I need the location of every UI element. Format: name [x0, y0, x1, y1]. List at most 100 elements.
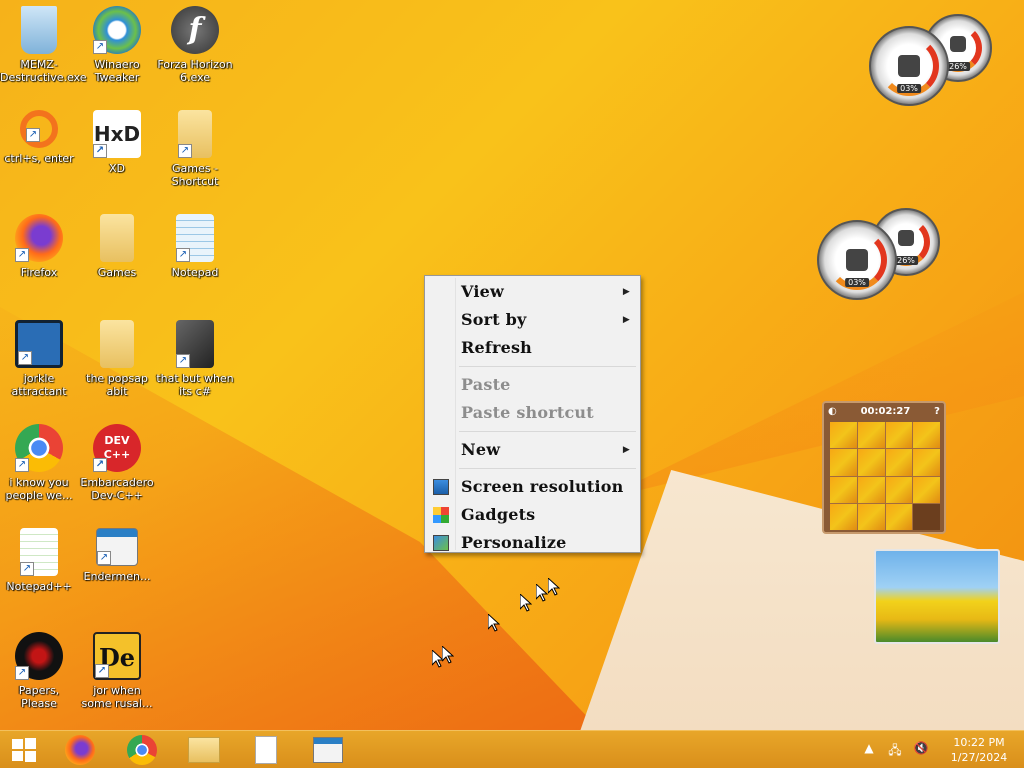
picture-puzzle-gadget[interactable]: ◐ 00:02:27 ?: [822, 401, 946, 534]
menu-separator: [459, 468, 636, 469]
desktop-icon[interactable]: ↗ Notepad++: [0, 528, 78, 593]
taskbar-window[interactable]: [304, 734, 352, 766]
desktop-icon[interactable]: the popsap abit: [78, 320, 156, 398]
document-icon: [255, 736, 277, 764]
show-hidden-icons-icon[interactable]: ▲: [860, 741, 878, 759]
system-tray: ▲ 🖧 🔇 10:22 PM 1/27/2024: [856, 731, 1024, 768]
window-icon: ↗: [96, 528, 138, 566]
desktop-icon[interactable]: ↗ i know you people we...: [0, 424, 78, 502]
menu-item-refresh[interactable]: Refresh: [427, 334, 638, 362]
mouse-cursor-icon: [442, 646, 454, 664]
menu-item-paste-shortcut[interactable]: Paste shortcut: [427, 399, 638, 427]
folder-icon: [100, 320, 134, 368]
desktop-icon[interactable]: MEMZ-Destructive.exe: [0, 6, 86, 84]
flash-icon: f: [171, 6, 219, 54]
desktop-icon[interactable]: ↗ ctrl+s, enter: [0, 110, 78, 165]
desktop-icon[interactable]: Games: [78, 214, 156, 279]
puzzle-tile[interactable]: [830, 449, 857, 476]
menu-item-gadgets[interactable]: Gadgets: [427, 501, 638, 529]
firefox-icon: [65, 735, 95, 765]
menu-separator: [459, 431, 636, 432]
cpu-chip-icon: [846, 249, 868, 271]
settings-monitor-icon: ↗: [15, 320, 63, 368]
network-icon[interactable]: 🖧: [886, 741, 904, 759]
submenu-arrow-icon: ▶: [622, 287, 630, 297]
puzzle-timer: 00:02:27: [860, 405, 911, 417]
menu-item-screen-resolution[interactable]: Screen resolution: [427, 473, 638, 501]
desktop-icon[interactable]: ↗ Winaero Tweaker: [78, 6, 156, 84]
puzzle-tile[interactable]: [857, 422, 885, 449]
submenu-arrow-icon: ▶: [622, 445, 630, 455]
taskbar-file-explorer[interactable]: [180, 734, 228, 766]
window-icon: [313, 737, 343, 763]
desktop-context-menu: View ▶ Sort by ▶ Refresh Paste Paste sho…: [424, 275, 641, 553]
slideshow-gadget[interactable]: [874, 549, 1000, 644]
devcpp-icon: DEV C++ ↗: [93, 424, 141, 472]
clock[interactable]: 10:22 PM 1/27/2024: [934, 735, 1024, 765]
folder-shortcut-icon: ↗: [178, 110, 212, 158]
puzzle-tile[interactable]: [913, 476, 940, 503]
cpu-gauge: 03%: [817, 220, 897, 300]
menu-item-view[interactable]: View ▶: [427, 278, 638, 306]
desktop-icon[interactable]: ↗ Papers, Please: [0, 632, 78, 710]
menu-item-paste[interactable]: Paste: [427, 371, 638, 399]
desktop-icon[interactable]: ↗ Notepad: [156, 214, 234, 279]
papers-please-icon: ↗: [15, 632, 63, 680]
desktop-icon[interactable]: f Forza Horizon 6.exe: [156, 6, 234, 84]
notepad-plus-plus-icon: ↗: [20, 528, 58, 576]
mouse-cursor-icon: [488, 614, 500, 632]
desktop-icon[interactable]: ↗ Endermen...: [78, 528, 156, 583]
taskbar-notepad[interactable]: [242, 734, 290, 766]
mouse-cursor-icon: [536, 584, 548, 602]
file-explorer-icon: [188, 737, 220, 763]
puzzle-titlebar: ◐ 00:02:27 ?: [824, 403, 944, 419]
winaero-tweaker-icon: ↗: [93, 6, 141, 54]
volume-muted-icon[interactable]: 🔇: [912, 741, 930, 759]
taskbar: ▲ 🖧 🔇 10:22 PM 1/27/2024: [0, 730, 1024, 768]
memory-chip-icon: [898, 230, 914, 246]
puzzle-tile[interactable]: [830, 422, 857, 449]
puzzle-empty-slot: [913, 503, 940, 530]
desktop-icon[interactable]: ↗ that but when its c#: [156, 320, 234, 398]
mouse-cursor-icon: [520, 594, 532, 612]
stack-windows-icon: ↗: [176, 320, 214, 368]
mouse-cursor-icon: [548, 578, 560, 596]
notepad-icon: ↗: [176, 214, 214, 262]
puzzle-tile[interactable]: [885, 503, 913, 530]
menu-item-sort-by[interactable]: Sort by ▶: [427, 306, 638, 334]
puzzle-tile[interactable]: [857, 503, 885, 530]
puzzle-tile[interactable]: [830, 503, 857, 530]
puzzle-tile[interactable]: [830, 476, 857, 503]
puzzle-tile[interactable]: [913, 449, 940, 476]
menu-item-personalize[interactable]: Personalize: [427, 529, 638, 557]
puzzle-tile[interactable]: [885, 449, 913, 476]
desktop-icon[interactable]: De ↗ jor when some rusal...: [78, 632, 156, 710]
puzzle-tile[interactable]: [885, 422, 913, 449]
taskbar-firefox[interactable]: [56, 734, 104, 766]
desktop-icon[interactable]: HxD ↗ XD: [78, 110, 156, 175]
desktop-icon[interactable]: ↗ Games - Shortcut: [156, 110, 234, 188]
menu-item-new[interactable]: New ▶: [427, 436, 638, 464]
desktop-icon[interactable]: DEV C++ ↗ Embarcadero Dev-C++: [78, 424, 156, 502]
folder-icon: [100, 214, 134, 262]
start-button[interactable]: [0, 734, 48, 766]
pause-icon[interactable]: ◐: [828, 406, 837, 417]
monitor-icon: [433, 479, 449, 495]
menu-separator: [459, 366, 636, 367]
gadgets-icon: [433, 507, 449, 523]
taskbar-chrome[interactable]: [118, 734, 166, 766]
desktop-icon[interactable]: ↗ jorkle attractant: [0, 320, 78, 398]
hxd-icon: HxD ↗: [93, 110, 141, 158]
puzzle-tile[interactable]: [913, 422, 940, 449]
help-icon[interactable]: ?: [934, 406, 940, 417]
recycle-bin-icon: [21, 6, 57, 54]
memory-chip-icon: [950, 36, 966, 52]
cpu-chip-icon: [898, 55, 920, 77]
de-icon: De ↗: [93, 632, 141, 680]
puzzle-tile[interactable]: [857, 476, 885, 503]
puzzle-tile[interactable]: [885, 476, 913, 503]
puzzle-tile[interactable]: [857, 449, 885, 476]
puzzle-grid: [830, 422, 940, 530]
chrome-icon: [127, 735, 157, 765]
desktop-icon[interactable]: ↗ Firefox: [0, 214, 78, 279]
